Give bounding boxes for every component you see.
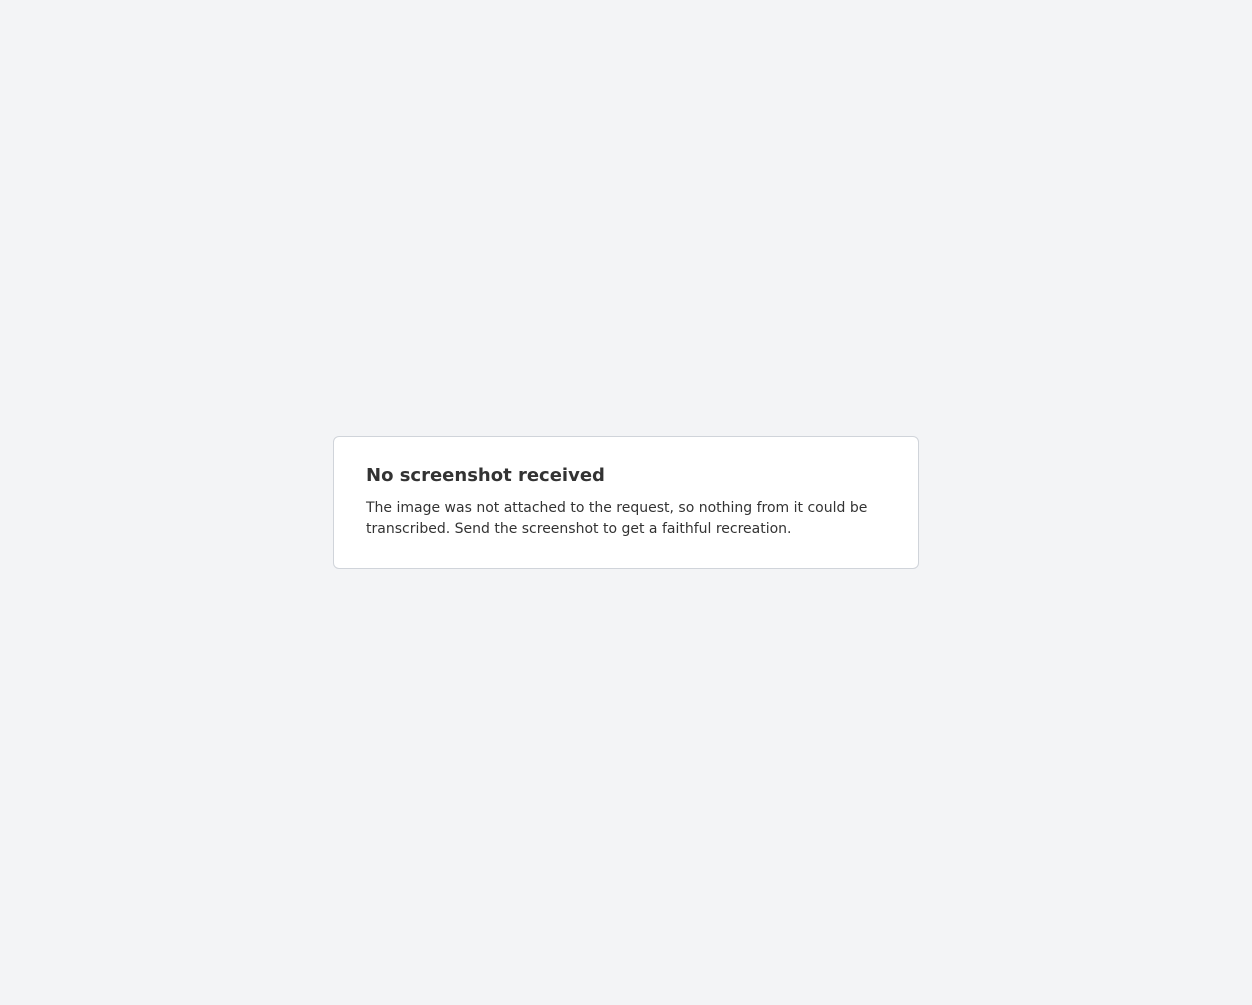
notice-body: The image was not attached to the reques… — [366, 500, 868, 537]
notice-title: No screenshot received — [366, 465, 605, 486]
missing-image-notice: No screenshot received The image was not… — [333, 436, 919, 569]
